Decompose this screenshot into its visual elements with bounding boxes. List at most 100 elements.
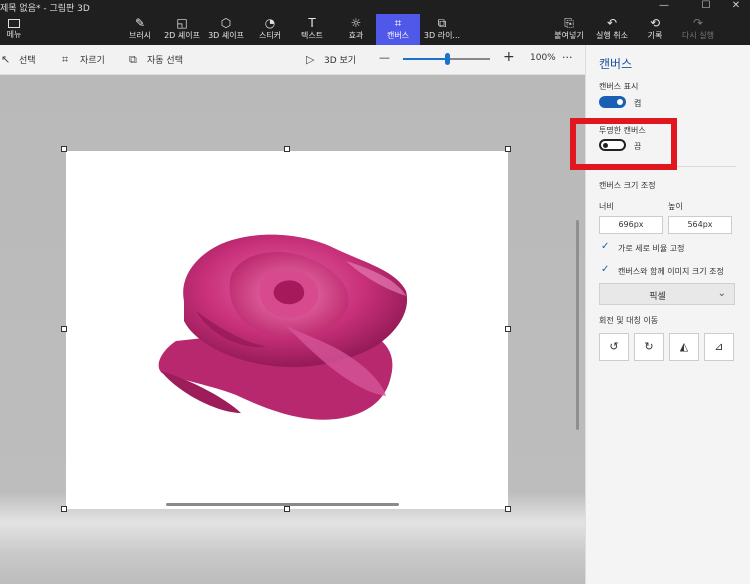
toggle-knob <box>617 99 623 105</box>
redo-icon: ↷ <box>692 16 704 30</box>
canvas-paper[interactable] <box>66 151 508 509</box>
text-icon: T <box>308 16 316 30</box>
show-canvas-label: 캔버스 표시 <box>599 82 639 91</box>
flip-horizontal-icon: ◭ <box>679 340 689 353</box>
tool-2d-shapes[interactable]: ◱ 2D 셰이프 <box>161 14 203 45</box>
3d-library-icon: ⧉ <box>437 16 447 30</box>
flip-vertical-icon: ⊿ <box>714 340 724 353</box>
tool-text[interactable]: T 텍스트 <box>294 14 330 45</box>
highlight-box <box>570 118 677 170</box>
rotate-heading: 회전 및 대칭 이동 <box>599 316 659 325</box>
resize-handle-top-right[interactable] <box>505 146 511 152</box>
action-label: 기록 <box>647 31 663 40</box>
menu-label: 메뉴 <box>6 30 22 39</box>
window-title: 제목 없음* - 그림판 3D <box>0 4 90 14</box>
close-button[interactable]: ✕ <box>722 0 750 12</box>
zoom-in-button[interactable]: + <box>503 49 515 65</box>
minimize-button[interactable]: — <box>650 0 678 12</box>
tool-label: 3D 라이... <box>423 31 461 40</box>
brush-icon: ✎ <box>134 16 146 30</box>
tool-3d-library[interactable]: ⧉ 3D 라이... <box>422 14 462 45</box>
unit-dropdown[interactable]: 픽셀 ⌄ <box>599 283 735 305</box>
show-canvas-toggle[interactable] <box>599 96 626 108</box>
width-label: 너비 <box>599 202 614 211</box>
magic-select-label: 자동 선택 <box>147 56 183 66</box>
vertical-scrollbar[interactable] <box>576 220 579 430</box>
cursor-icon: ↖ <box>1 53 11 66</box>
2d-shapes-icon: ◱ <box>176 16 188 30</box>
horizontal-scrollbar[interactable] <box>166 503 399 506</box>
tool-3d-shapes[interactable]: ⬡ 3D 셰이프 <box>205 14 247 45</box>
view-3d-label: 3D 보기 <box>324 56 357 66</box>
resize-handle-left[interactable] <box>61 326 67 332</box>
tool-label: 브러시 <box>128 31 152 40</box>
crop-label: 자르기 <box>80 56 105 66</box>
zoom-out-button[interactable]: — <box>379 51 390 64</box>
tool-brushes[interactable]: ✎ 브러시 <box>121 14 159 45</box>
resize-handle-bottom-left[interactable] <box>61 506 67 512</box>
more-button[interactable]: ··· <box>562 51 573 64</box>
tool-effects[interactable]: ☼ 효과 <box>338 14 374 45</box>
tool-label: 효과 <box>348 31 364 40</box>
show-canvas-state: 켬 <box>634 99 642 108</box>
title-ribbon-bar: 제목 없음* - 그림판 3D — ☐ ✕ 메뉴 ✎ 브러시 ◱ 2D 셰이프 … <box>0 0 750 45</box>
rotate-right-icon: ↻ <box>644 340 654 353</box>
resize-image-checkbox[interactable]: ✓ <box>601 265 611 275</box>
history-icon: ⟲ <box>649 16 661 30</box>
canvas-toolbar: ↖ 선택 ⌗ 자르기 ⧉ 자동 선택 ▷ 3D 보기 — + 100% ··· <box>0 45 585 75</box>
crop-icon: ⌗ <box>62 53 69 66</box>
resize-heading: 캔버스 크기 조정 <box>599 181 656 190</box>
tool-canvas[interactable]: ⌗ 캔버스 <box>376 14 420 45</box>
3d-shapes-icon: ⬡ <box>220 16 232 30</box>
lock-ratio-checkbox[interactable]: ✓ <box>601 242 611 252</box>
tool-label: 2D 셰이프 <box>164 31 200 40</box>
chevron-down-icon: ⌄ <box>717 288 726 299</box>
zoom-slider-fill <box>403 58 447 60</box>
rotate-left-button[interactable]: ↺ <box>599 333 629 361</box>
height-input[interactable]: 564px <box>668 216 732 234</box>
resize-handle-top-left[interactable] <box>61 146 67 152</box>
zoom-value: 100% <box>530 53 556 63</box>
crop-button[interactable]: ⌗ 자르기 <box>62 53 105 67</box>
resize-image-label: 캔버스와 함께 이미지 크기 조정 <box>618 267 724 276</box>
select-button[interactable]: ↖ 선택 <box>1 53 36 66</box>
select-label: 선택 <box>19 56 36 66</box>
zoom-slider[interactable] <box>403 53 490 65</box>
rose-image[interactable] <box>66 151 508 509</box>
view-3d-button[interactable]: ▷ 3D 보기 <box>306 53 356 66</box>
action-label: 붙여넣기 <box>554 31 584 40</box>
sticker-icon: ◔ <box>264 16 276 30</box>
tool-label: 텍스트 <box>300 31 324 40</box>
redo-button[interactable]: ↷ 다시 실행 <box>680 14 716 45</box>
maximize-button[interactable]: ☐ <box>692 0 720 12</box>
resize-handle-top[interactable] <box>284 146 290 152</box>
rotate-right-button[interactable]: ↻ <box>634 333 664 361</box>
flip-vertical-button[interactable]: ⊿ <box>704 333 734 361</box>
width-input[interactable]: 696px <box>599 216 663 234</box>
menu-icon <box>8 19 20 28</box>
effects-icon: ☼ <box>350 16 362 30</box>
action-label: 다시 실행 <box>682 31 714 40</box>
history-button[interactable]: ⟲ 기록 <box>642 14 668 45</box>
canvas-workspace[interactable] <box>0 75 585 584</box>
resize-handle-bottom[interactable] <box>284 506 290 512</box>
tool-label: 스티커 <box>258 31 282 40</box>
menu-button[interactable]: 메뉴 <box>0 16 28 44</box>
paste-button[interactable]: ⎘ 붙여넣기 <box>552 14 586 45</box>
lock-ratio-label: 가로 세로 비율 고정 <box>618 244 685 253</box>
undo-icon: ↶ <box>606 16 618 30</box>
tool-stickers[interactable]: ◔ 스티커 <box>252 14 288 45</box>
zoom-slider-thumb[interactable] <box>444 53 450 65</box>
undo-button[interactable]: ↶ 실행 취소 <box>594 14 630 45</box>
resize-handle-bottom-right[interactable] <box>505 506 511 512</box>
magic-select-button[interactable]: ⧉ 자동 선택 <box>129 53 183 67</box>
paste-icon: ⎘ <box>564 16 574 30</box>
tool-label: 3D 셰이프 <box>208 31 244 40</box>
rotate-left-icon: ↺ <box>609 340 619 353</box>
height-label: 높이 <box>668 202 683 211</box>
view-3d-icon: ▷ <box>306 53 315 66</box>
magic-select-icon: ⧉ <box>129 53 137 66</box>
flip-horizontal-button[interactable]: ◭ <box>669 333 699 361</box>
action-label: 실행 취소 <box>596 31 628 40</box>
resize-handle-right[interactable] <box>505 326 511 332</box>
